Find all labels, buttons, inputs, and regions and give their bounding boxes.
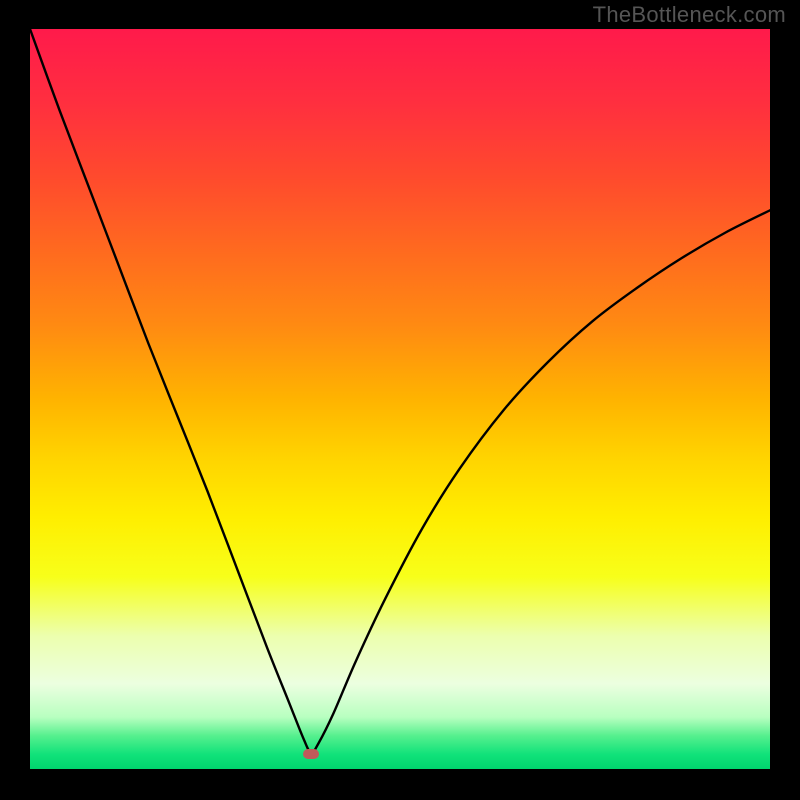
plot-area xyxy=(30,29,770,769)
watermark-text: TheBottleneck.com xyxy=(593,2,786,28)
minimum-marker xyxy=(303,749,319,759)
gradient-background xyxy=(30,29,770,769)
chart-stage: TheBottleneck.com xyxy=(0,0,800,800)
plot-svg xyxy=(30,29,770,769)
